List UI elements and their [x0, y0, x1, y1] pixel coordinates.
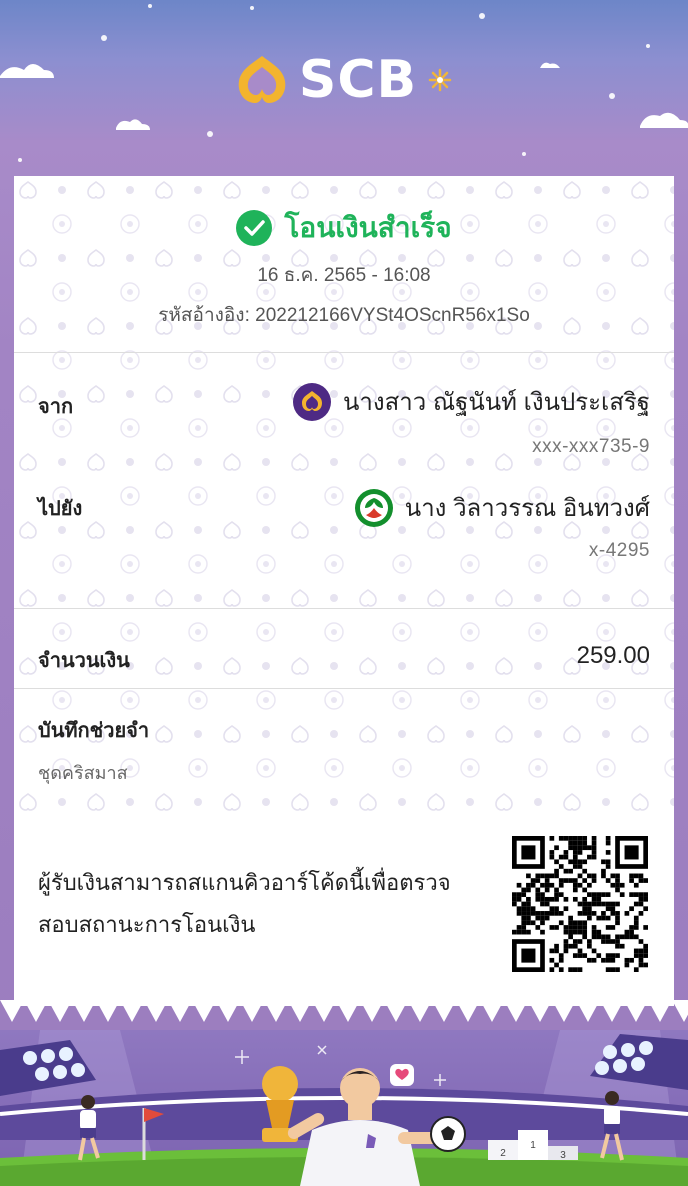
transaction-date: 16 ธ.ค. 2565 - 16:08: [257, 265, 431, 286]
kbank-icon: [354, 488, 393, 527]
scb-logo: SCB: [235, 50, 453, 110]
amount-label: จำนวนเงิน: [38, 650, 130, 672]
receipt-card: โอนเงินสำเร็จ 16 ธ.ค. 2565 - 16:08 รหัสอ…: [14, 176, 674, 1006]
podium-third: 3: [560, 1150, 566, 1161]
sender-account: xxx-xxx735-9: [532, 436, 650, 457]
amount-value: 259.00: [576, 642, 650, 669]
scb-lotus-icon: [238, 56, 286, 103]
transfer-status: โอนเงินสำเร็จ: [14, 206, 674, 250]
qr-instruction: ผู้รับเงินสามารถสแกนคิวอาร์โค้ดนี้เพื่อต…: [38, 870, 451, 937]
reference-number: รหัสอ้างอิง: 202212166VYSt4OScnR56x1So: [158, 305, 530, 326]
to-label: ไปยัง: [38, 498, 83, 520]
sender-name: นางสาว ณัฐนันท์ เงินประเสริฐ: [342, 389, 650, 416]
qr-code[interactable]: [512, 836, 648, 972]
success-check-icon: [236, 210, 273, 246]
status-text: โอนเงินสำเร็จ: [284, 212, 452, 243]
from-label: จาก: [38, 396, 74, 418]
from-account-row: นางสาว ณัฐนันท์ เงินประเสริฐ: [292, 382, 650, 421]
header: SCB: [0, 40, 688, 120]
recipient-name: นาง วิลาวรรณ อินทวงศ์: [404, 495, 650, 522]
divider: [14, 688, 674, 689]
memo-label: บันทึกช่วยจำ: [38, 720, 150, 742]
footer-illustration: 2 1 3: [0, 1030, 688, 1186]
memo-value: ชุดคริสมาส: [38, 763, 128, 783]
divider: [14, 352, 674, 353]
podium-second: 2: [500, 1148, 506, 1159]
divider: [14, 608, 674, 609]
to-account-row: นาง วิลาวรรณ อินทวงศ์: [354, 488, 650, 527]
recipient-account: x-4295: [588, 540, 650, 561]
star-icon: [428, 68, 452, 92]
scb-bank-icon: [292, 382, 331, 421]
podium-first: 1: [530, 1140, 536, 1151]
heart-bubble: [390, 1064, 414, 1086]
soccer-ball: [430, 1116, 466, 1152]
brand-name: SCB: [298, 50, 418, 110]
